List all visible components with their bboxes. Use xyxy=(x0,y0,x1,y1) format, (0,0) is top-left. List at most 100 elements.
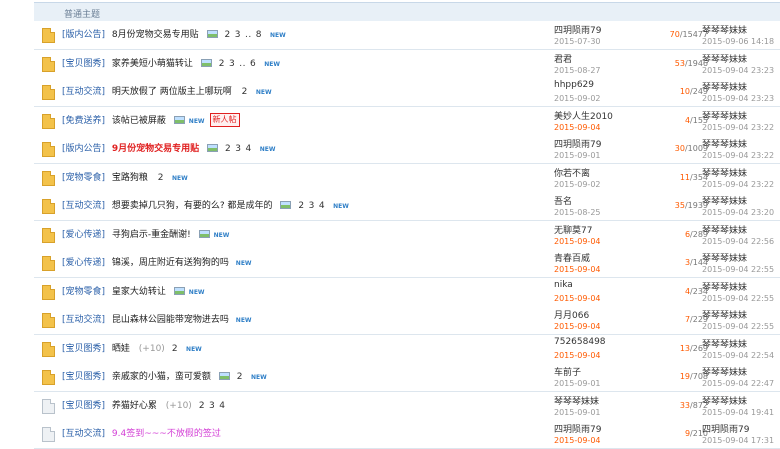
last-post-time[interactable]: 2015-09-04 23:22 xyxy=(702,151,774,160)
folder-icon[interactable] xyxy=(42,370,55,385)
page-link[interactable]: 2 xyxy=(225,144,231,154)
reply-count[interactable]: 33 xyxy=(680,401,690,410)
author-link[interactable]: 琴琴琴妹妹 xyxy=(554,394,599,407)
last-post-time[interactable]: 2015-09-04 23:22 xyxy=(702,180,774,189)
author-link[interactable]: 吾名 xyxy=(554,194,572,207)
page-link[interactable]: 3 xyxy=(209,401,215,411)
thread-category-link[interactable]: [版内公告] xyxy=(62,144,105,154)
thread-category-link[interactable]: [互动交流] xyxy=(62,201,105,211)
author-link[interactable]: 四玥陨雨79 xyxy=(554,422,601,435)
last-post-time[interactable]: 2015-09-04 22:55 xyxy=(702,322,774,331)
page-link[interactable]: 3 xyxy=(235,30,241,40)
author-link[interactable]: 美妙人生2010 xyxy=(554,109,613,122)
thread-category-link[interactable]: [互动交流] xyxy=(62,429,105,439)
folder-icon[interactable] xyxy=(42,85,55,100)
thread-title-link[interactable]: 8月份宠物交易专用贴 xyxy=(112,30,199,40)
thread-title-link[interactable]: 家养美短小萌猫转让 xyxy=(112,59,193,69)
last-poster-link[interactable]: 琴琴琴妹妹 xyxy=(702,251,747,264)
page-link[interactable]: 4 xyxy=(219,401,225,411)
thread-category-link[interactable]: [版内公告] xyxy=(62,30,105,40)
thread-title-link[interactable]: 昆山森林公园能带宠物进去吗 xyxy=(112,315,229,325)
reply-count[interactable]: 70 xyxy=(670,30,680,39)
thread-title-link[interactable]: 养猫好心累 xyxy=(112,401,157,411)
last-poster-link[interactable]: 琴琴琴妹妹 xyxy=(702,166,747,179)
thread-category-link[interactable]: [爱心传递] xyxy=(62,230,105,240)
page-link[interactable]: 3 xyxy=(309,201,315,211)
last-post-time[interactable]: 2015-09-06 14:18 xyxy=(702,37,774,46)
author-link[interactable]: 月月066 xyxy=(554,308,589,321)
thread-title-link[interactable]: 宝路狗粮 xyxy=(112,173,148,183)
page-link[interactable]: 2 xyxy=(199,401,205,411)
author-link[interactable]: nika xyxy=(554,280,573,290)
thread-title-link[interactable]: 寻狗启示-重金酬谢! xyxy=(112,230,191,240)
folder-icon[interactable] xyxy=(42,113,55,129)
reply-count[interactable]: 11 xyxy=(680,173,690,182)
page-link[interactable]: 2 xyxy=(158,173,164,183)
last-poster-link[interactable]: 琴琴琴妹妹 xyxy=(702,223,747,236)
last-post-time[interactable]: 2015-09-04 19:41 xyxy=(702,408,774,417)
thread-category-link[interactable]: [宝贝图秀] xyxy=(62,372,105,382)
folder-icon[interactable] xyxy=(42,170,55,186)
last-post-time[interactable]: 2015-09-04 23:20 xyxy=(702,208,774,217)
last-post-time[interactable]: 2015-09-04 22:54 xyxy=(702,351,774,360)
last-poster-link[interactable]: 琴琴琴妹妹 xyxy=(702,365,747,378)
folder-icon[interactable] xyxy=(42,56,55,72)
page-link[interactable]: 4 xyxy=(319,201,325,211)
thread-category-link[interactable]: [宝贝图秀] xyxy=(62,59,105,69)
author-link[interactable]: 四玥陨雨79 xyxy=(554,137,601,150)
reply-count[interactable]: 13 xyxy=(680,344,690,353)
last-poster-link[interactable]: 琴琴琴妹妹 xyxy=(702,337,747,350)
page-link[interactable]: 2 xyxy=(172,344,178,354)
folder-icon[interactable] xyxy=(42,256,55,271)
thread-title-link[interactable]: 晒娃 xyxy=(112,344,130,354)
author-link[interactable]: 无聊莫77 xyxy=(554,223,592,236)
last-poster-link[interactable]: 琴琴琴妹妹 xyxy=(702,23,747,36)
thread-title-link[interactable]: 明天放假了 两位版主上哪玩啊 xyxy=(112,87,232,97)
page-link[interactable]: 3 xyxy=(229,59,235,69)
author-link[interactable]: hhpp629 xyxy=(554,80,594,90)
thread-category-link[interactable]: [宝贝图秀] xyxy=(62,401,105,411)
author-link[interactable]: 752658498 xyxy=(554,337,606,347)
author-link[interactable]: 车前子 xyxy=(554,365,581,378)
last-post-time[interactable]: 2015-09-04 22:55 xyxy=(702,294,774,303)
folder-icon[interactable] xyxy=(42,28,55,43)
last-poster-link[interactable]: 琴琴琴妹妹 xyxy=(702,80,747,93)
reply-count[interactable]: 30 xyxy=(675,144,685,153)
folder-icon[interactable] xyxy=(42,199,55,214)
last-poster-link[interactable]: 琴琴琴妹妹 xyxy=(702,308,747,321)
last-post-time[interactable]: 2015-09-04 22:47 xyxy=(702,379,774,388)
folder-icon[interactable] xyxy=(42,427,55,442)
last-poster-link[interactable]: 琴琴琴妹妹 xyxy=(702,194,747,207)
thread-title-link[interactable]: 锦溪，周庄附近有送狗狗的吗 xyxy=(112,258,229,268)
author-link[interactable]: 君君 xyxy=(554,52,572,65)
thread-title-link[interactable]: 亲戚家的小猫，蛮可爱额 xyxy=(112,372,211,382)
folder-icon[interactable] xyxy=(42,227,55,243)
last-post-time[interactable]: 2015-09-04 23:23 xyxy=(702,94,774,103)
reply-count[interactable]: 53 xyxy=(675,59,685,68)
last-poster-link[interactable]: 琴琴琴妹妹 xyxy=(702,394,747,407)
author-link[interactable]: 你若不离 xyxy=(554,166,590,179)
last-post-time[interactable]: 2015-09-04 22:55 xyxy=(702,265,774,274)
folder-icon[interactable] xyxy=(42,398,55,414)
last-poster-link[interactable]: 四玥陨雨79 xyxy=(702,422,749,435)
thread-title-link[interactable]: 9.4签到~~~不放假的签过 xyxy=(112,429,221,439)
last-poster-link[interactable]: 琴琴琴妹妹 xyxy=(702,52,747,65)
last-post-time[interactable]: 2015-09-04 22:56 xyxy=(702,237,774,246)
folder-icon[interactable] xyxy=(42,313,55,328)
folder-icon[interactable] xyxy=(42,284,55,300)
page-link[interactable]: 2 xyxy=(219,59,225,69)
thread-category-link[interactable]: [宠物零食] xyxy=(62,173,105,183)
page-link[interactable]: 3 xyxy=(235,144,241,154)
thread-category-link[interactable]: [宠物零食] xyxy=(62,287,105,297)
page-link[interactable]: 4 xyxy=(246,144,252,154)
reply-count[interactable]: 10 xyxy=(680,87,690,96)
last-poster-link[interactable]: 琴琴琴妹妹 xyxy=(702,280,747,293)
thread-category-link[interactable]: [免费送养] xyxy=(62,116,105,126)
thread-category-link[interactable]: [宝贝图秀] xyxy=(62,344,105,354)
thread-category-link[interactable]: [互动交流] xyxy=(62,87,105,97)
last-post-time[interactable]: 2015-09-04 23:22 xyxy=(702,123,774,132)
thread-title-link[interactable]: 想要卖掉几只狗，有要的么? 都是成年的 xyxy=(112,201,273,211)
thread-title-link[interactable]: 皇家大幼转让 xyxy=(112,287,166,297)
page-link[interactable]: 2 xyxy=(298,201,304,211)
page-link[interactable]: 2 xyxy=(237,372,243,382)
